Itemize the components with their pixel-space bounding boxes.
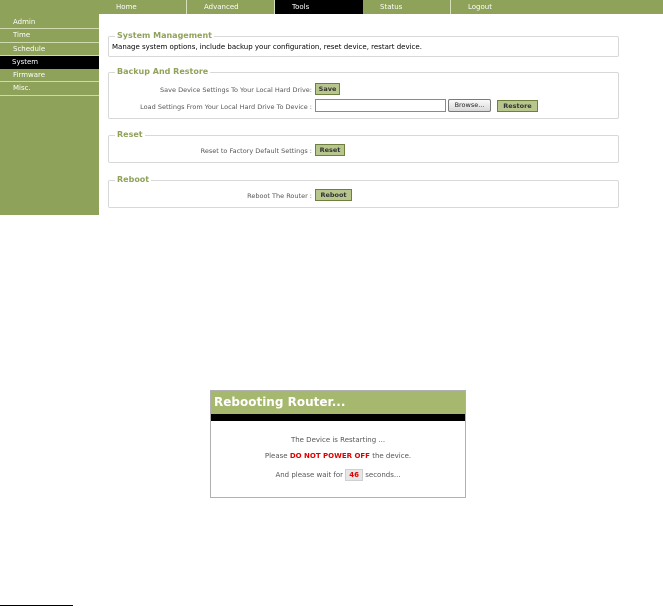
- reset-section: Reset Reset to Factory Default Settings …: [108, 130, 619, 163]
- warning-suffix: the device.: [369, 452, 412, 460]
- load-settings-label: Load Settings From Your Local Hard Drive…: [140, 103, 312, 111]
- file-path-input[interactable]: [315, 99, 446, 112]
- top-nav: Home Advanced Tools Status Logout: [99, 0, 663, 14]
- section-title: Reset: [115, 130, 145, 140]
- system-management-section: System Management Manage system options,…: [108, 31, 619, 57]
- router-admin-frame: Admin Time Schedule System Firmware Misc…: [0, 0, 663, 215]
- warning-prefix: Please: [264, 452, 290, 460]
- tab-status[interactable]: Status: [363, 0, 451, 14]
- tab-advanced[interactable]: Advanced: [187, 0, 275, 14]
- tab-home[interactable]: Home: [99, 0, 187, 14]
- save-settings-label: Save Device Settings To Your Local Hard …: [160, 86, 312, 94]
- main-content: System Management Manage system options,…: [99, 14, 663, 215]
- countdown-badge: 46: [345, 469, 364, 481]
- rebooting-dialog: Rebooting Router... The Device is Restar…: [210, 390, 466, 498]
- tab-logout[interactable]: Logout: [451, 0, 539, 14]
- sidebar-item-firmware[interactable]: Firmware: [0, 69, 99, 83]
- sidebar-item-system[interactable]: System: [0, 55, 99, 70]
- dialog-title: Rebooting Router...: [211, 391, 465, 414]
- section-description: Manage system options, include backup yo…: [112, 43, 422, 51]
- reboot-button[interactable]: Reboot: [315, 189, 352, 201]
- sidebar-item-schedule[interactable]: Schedule: [0, 43, 99, 56]
- dialog-divider: [211, 414, 465, 421]
- reset-button[interactable]: Reset: [315, 144, 345, 156]
- section-title: Backup And Restore: [115, 67, 211, 77]
- wait-suffix: seconds...: [363, 471, 401, 479]
- sidebar: Admin Time Schedule System Firmware Misc…: [0, 0, 99, 215]
- footnote-divider: [0, 605, 73, 606]
- warning-text: DO NOT POWER OFF: [289, 452, 370, 460]
- browse-button[interactable]: Browse...: [448, 99, 491, 112]
- wait-message: And please wait for 46 seconds...: [211, 469, 465, 481]
- restore-button[interactable]: Restore: [497, 100, 538, 112]
- save-button[interactable]: Save: [315, 83, 340, 95]
- restarting-message: The Device is Restarting ...: [290, 436, 386, 444]
- section-title: System Management: [115, 31, 214, 41]
- tab-tools[interactable]: Tools: [275, 0, 363, 14]
- section-title: Reboot: [115, 175, 152, 185]
- backup-restore-section: Backup And Restore Save Device Settings …: [108, 67, 619, 119]
- sidebar-item-time[interactable]: Time: [0, 29, 99, 43]
- reboot-label: Reboot The Router :: [247, 192, 312, 200]
- wait-prefix: And please wait for: [275, 471, 346, 479]
- power-warning-message: Please DO NOT POWER OFF the device.: [211, 452, 465, 460]
- reboot-section: Reboot Reboot The Router : Reboot: [108, 175, 619, 208]
- sidebar-item-admin[interactable]: Admin: [0, 16, 99, 30]
- reset-label: Reset to Factory Default Settings :: [200, 147, 312, 155]
- sidebar-item-misc[interactable]: Misc.: [0, 82, 99, 96]
